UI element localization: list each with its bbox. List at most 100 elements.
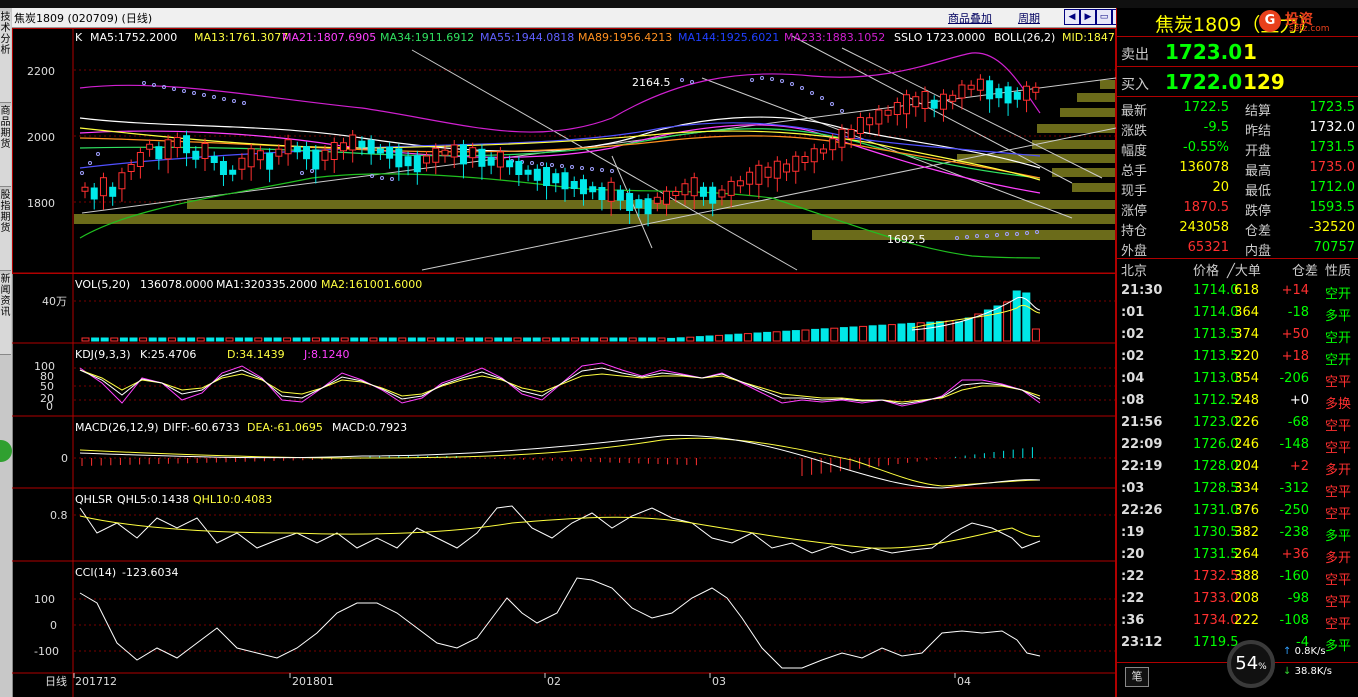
candle-body — [81, 186, 89, 192]
top-strip — [0, 0, 1358, 8]
volume-bar — [475, 337, 484, 342]
volume-bar — [868, 325, 877, 342]
volume-bar — [1022, 292, 1031, 342]
volume-bar — [158, 337, 167, 342]
tick-row: :22 1732.5 388 -160 空平 — [1117, 569, 1358, 589]
volume-bar — [1031, 328, 1040, 342]
tick-cell: 226 — [1234, 415, 1259, 430]
tick-cell: 618 — [1234, 283, 1259, 298]
bid-row[interactable]: 买入 1722.0 129 — [1117, 69, 1358, 95]
candle-body — [570, 181, 578, 189]
tab-index-futures[interactable]: 股指期货 — [0, 190, 11, 271]
candle-body — [912, 96, 920, 108]
tick-cell: 多换 — [1325, 397, 1352, 412]
volume-bar — [187, 337, 196, 342]
candle-body — [847, 129, 855, 139]
qhlsr-header: QHLSR QHL5:0.1438 QHL10:0.4083 — [75, 493, 272, 506]
macd-tick-0: 0 — [61, 452, 68, 465]
volume-bar — [388, 337, 397, 342]
candle-body — [432, 147, 440, 163]
volume-bar — [638, 337, 647, 342]
candle-body — [478, 148, 486, 167]
zoom-out-icon[interactable]: ▭ — [1096, 9, 1112, 25]
volume-bar — [724, 334, 733, 342]
stat-value: 1732.0 — [1309, 120, 1356, 135]
stat-value: 幅度 — [1121, 144, 1148, 159]
candle-body — [829, 138, 837, 151]
volume-bar — [513, 337, 522, 342]
candle-body — [856, 117, 864, 134]
volume-bar — [446, 337, 455, 342]
stat-value: 昨结 — [1245, 124, 1272, 139]
tick-row: :08 1712.5 248 +0 多换 — [1117, 393, 1358, 413]
stat-row: 外盘 65321 内盘 70757 — [1117, 240, 1358, 260]
kline-chart[interactable]: 2200 2000 1800 2164.5 1692.5 K MA5:1752.… — [12, 28, 1116, 697]
tab-commodity-futures[interactable]: 商品期货 — [0, 106, 11, 187]
candle-body — [127, 164, 135, 172]
candle-body — [293, 146, 301, 153]
volume-bar — [667, 337, 676, 342]
candle-body — [875, 109, 883, 125]
tick-cell: 246 — [1234, 437, 1259, 452]
tab-technical-analysis[interactable]: 技术分析 — [0, 12, 11, 103]
tick-cell: 376 — [1234, 503, 1259, 518]
candle-body — [349, 134, 357, 151]
volume-bar — [619, 337, 628, 342]
stat-value: 持仓 — [1121, 224, 1148, 239]
tab-news[interactable]: 新闻资讯 — [0, 274, 11, 355]
candle-body — [561, 172, 569, 190]
candle-body — [764, 166, 772, 178]
tick-row: 22:09 1726.0 246 -148 空平 — [1117, 437, 1358, 457]
stat-value: -0.55% — [1183, 140, 1229, 155]
kdj-tick-0: 0 — [46, 400, 53, 413]
volume-bar — [993, 305, 1002, 342]
tick-cell: 364 — [1234, 305, 1259, 320]
tab-ticks[interactable]: 笔 — [1125, 667, 1149, 687]
candle-body — [949, 94, 957, 102]
candle-body — [358, 140, 366, 148]
stat-value: 243058 — [1179, 220, 1229, 235]
upload-speed: ↑ 0.8K/s — [1283, 646, 1326, 657]
stat-value: 结算 — [1245, 104, 1272, 119]
stat-value: 1712.0 — [1309, 180, 1356, 195]
candle-body — [746, 171, 754, 185]
next-icon[interactable]: ▶ — [1080, 9, 1096, 25]
volume-bar — [897, 323, 906, 342]
candle-body — [976, 78, 984, 91]
candle-body — [506, 160, 514, 168]
volume-bar — [580, 337, 589, 342]
candle-body — [275, 148, 283, 157]
volume-bar — [743, 333, 752, 342]
tick-cell: 空开 — [1325, 353, 1352, 368]
tick-row: 21:56 1723.0 226 -68 空平 — [1117, 415, 1358, 435]
tick-row: 22:19 1728.0 204 +2 多开 — [1117, 459, 1358, 479]
stat-row: 总手 136078 最高 1735.0 — [1117, 160, 1358, 180]
volume-bar — [503, 337, 512, 342]
candle-body — [1004, 86, 1012, 104]
overlay-button[interactable]: 商品叠加 — [948, 10, 992, 26]
tick-cell: 23:12 — [1121, 635, 1163, 650]
stat-value: 最低 — [1245, 184, 1272, 199]
tick-cell: 354 — [1234, 371, 1259, 386]
volume-bar — [455, 337, 464, 342]
macd-header: MACD(26,12,9) DIFF:-60.6733 DEA:-61.0695… — [75, 421, 407, 434]
candle-body — [672, 191, 680, 196]
candle-body — [441, 149, 449, 156]
candle-body — [284, 139, 292, 155]
prev-icon[interactable]: ◀ — [1064, 9, 1080, 25]
period-button[interactable]: 周期 — [1018, 10, 1040, 26]
ask-row[interactable]: 卖出 1723.0 1 — [1117, 39, 1358, 65]
tick-row: :02 1713.5 220 +18 空开 — [1117, 349, 1358, 369]
volume-bar — [753, 332, 762, 342]
volume-bar — [599, 337, 608, 342]
tick-cell: 空平 — [1325, 441, 1352, 456]
candle-body — [939, 93, 947, 110]
volume-bar — [215, 337, 224, 342]
candle-body — [607, 181, 615, 202]
tick-cell: 1714.0 — [1193, 305, 1239, 320]
volume-bar — [225, 337, 234, 342]
tick-cell: :02 — [1121, 349, 1145, 364]
volume-bar — [148, 337, 157, 342]
tick-cell: 空平 — [1325, 507, 1352, 522]
candle-body — [866, 117, 874, 126]
